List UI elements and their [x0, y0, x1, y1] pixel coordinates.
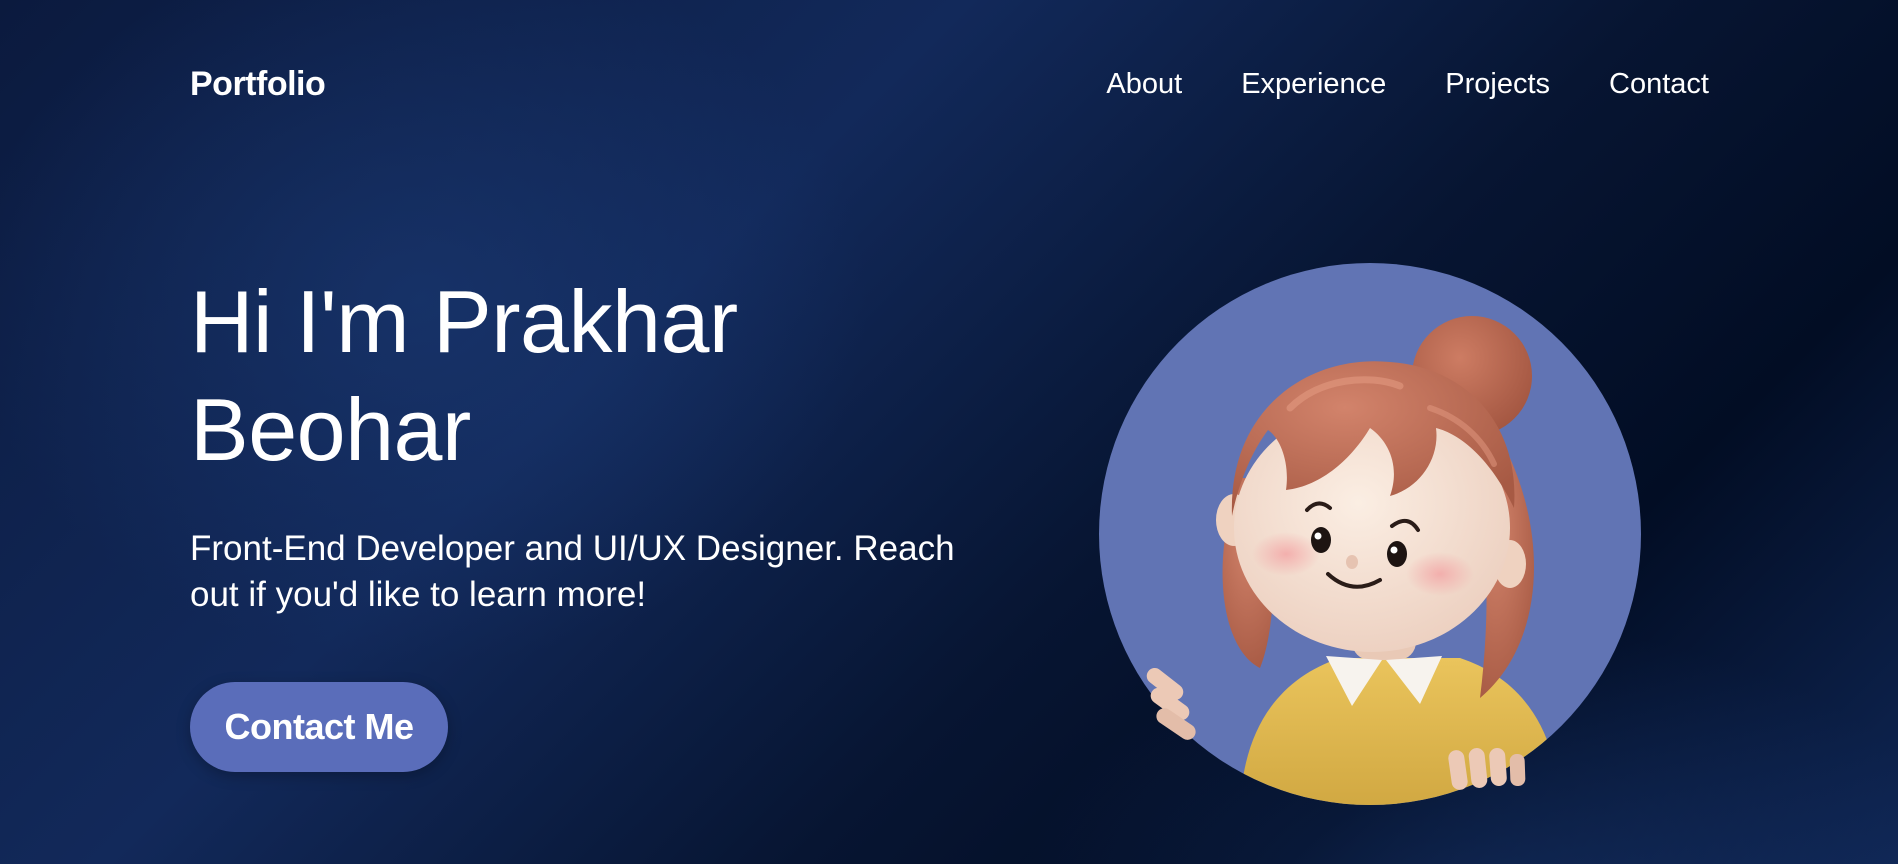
nav-link-experience[interactable]: Experience [1241, 66, 1386, 102]
hero-title-line-1: Hi I'm Prakhar [190, 272, 738, 371]
nav-link-projects[interactable]: Projects [1445, 66, 1550, 102]
hero-subtitle-line-2: out if you'd like to learn more! [190, 575, 647, 614]
hero-subtitle: Front-End Developer and UI/UX Designer. … [190, 526, 1010, 618]
nav-link-about[interactable]: About [1106, 66, 1182, 102]
main-nav: About Experience Projects Contact [1106, 66, 1709, 102]
hero-subtitle-line-1: Front-End Developer and UI/UX Designer. … [190, 529, 955, 568]
cartoon-girl-avatar-icon [1099, 263, 1641, 805]
hero-title: Hi I'm Prakhar Beohar [190, 268, 830, 484]
page: Portfolio About Experience Projects Cont… [0, 0, 1898, 864]
hero-title-line-2: Beohar [190, 380, 471, 479]
contact-me-button[interactable]: Contact Me [190, 682, 448, 772]
avatar [1090, 258, 1650, 818]
brand-logo[interactable]: Portfolio [190, 64, 326, 104]
nav-link-contact[interactable]: Contact [1609, 66, 1709, 102]
